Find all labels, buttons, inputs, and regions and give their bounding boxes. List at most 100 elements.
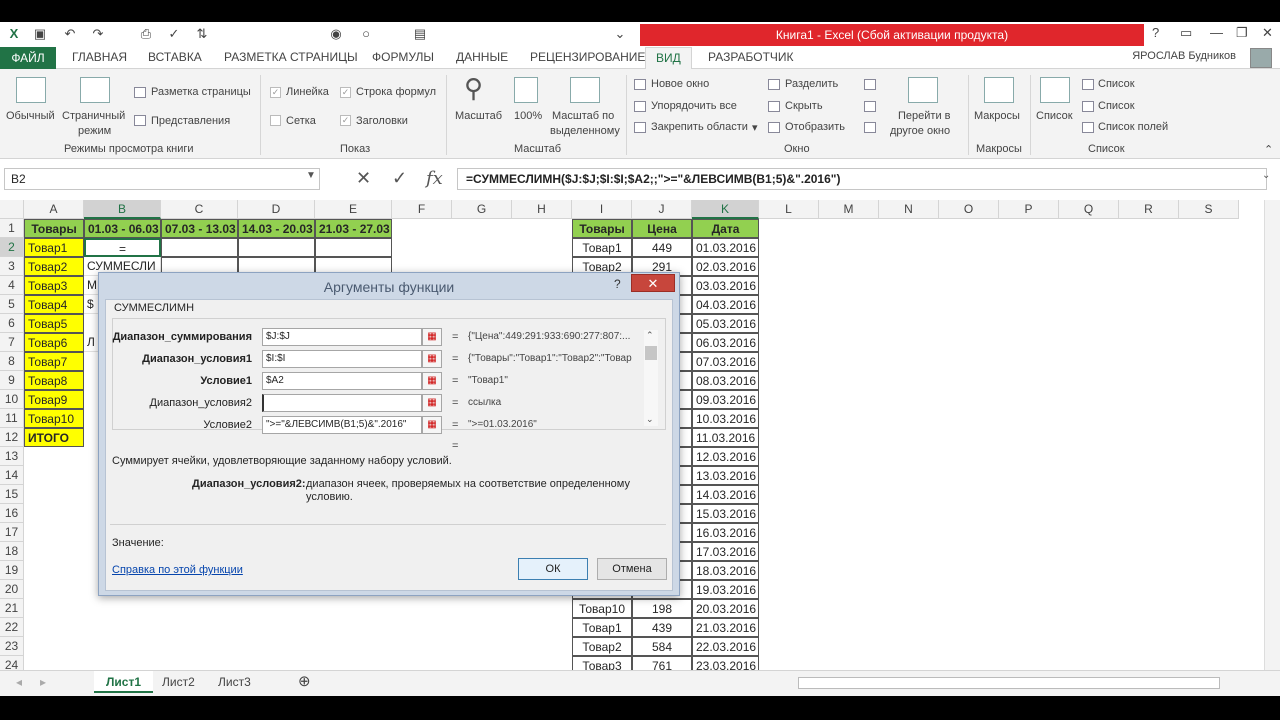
table-header-cell[interactable]: 01.03 - 06.03 [84, 219, 161, 238]
new-window-button[interactable]: Новое окно [651, 78, 709, 90]
column-header[interactable]: N [879, 200, 939, 219]
chevron-down-icon[interactable]: ▼ [306, 170, 316, 181]
arg-input[interactable]: $I:$I [262, 350, 422, 368]
tab-formulas[interactable]: ФОРМУЛЫ [372, 50, 434, 64]
select-all-corner[interactable] [0, 200, 24, 219]
cancel-icon[interactable]: ✕ [356, 168, 371, 189]
column-header[interactable]: R [1119, 200, 1179, 219]
headings-checkbox[interactable]: ✓ [340, 115, 351, 126]
tab-home[interactable]: ГЛАВНАЯ [72, 50, 127, 64]
collapse-dialog-icon[interactable]: ▦ [422, 372, 442, 390]
arg-input[interactable] [262, 394, 422, 412]
field-list-button[interactable]: Список полей [1098, 121, 1168, 133]
table-row[interactable]: 09.03.2016 [692, 390, 759, 409]
table-row[interactable]: 584 [632, 637, 692, 656]
table-header-cell[interactable]: Товары [24, 219, 84, 238]
help-link[interactable]: Справка по этой функции [112, 564, 243, 576]
table-row[interactable]: Товар8 [24, 371, 84, 390]
sort-icon[interactable]: ⇅ [192, 25, 212, 43]
table-row[interactable]: 12.03.2016 [692, 447, 759, 466]
expand-formula-icon[interactable]: ⌄ [1262, 170, 1270, 181]
minimize-icon[interactable]: — [1210, 25, 1223, 40]
add-sheet-icon[interactable]: ⊕ [286, 671, 323, 693]
table-header-cell[interactable]: Цена [632, 219, 692, 238]
table-row[interactable]: Товар2 [24, 257, 84, 276]
row-header[interactable]: 15 [0, 485, 24, 504]
table-row[interactable]: 11.03.2016 [692, 428, 759, 447]
table-header-cell[interactable]: Товары [572, 219, 632, 238]
row-header[interactable]: 3 [0, 257, 24, 276]
format-icon[interactable]: ▤ [410, 25, 430, 43]
column-header[interactable]: G [452, 200, 512, 219]
table-header-cell[interactable]: 14.03 - 20.03 [238, 219, 315, 238]
table-row[interactable]: 449 [632, 238, 692, 257]
column-header[interactable]: S [1179, 200, 1239, 219]
side-by-side-icon[interactable] [864, 79, 876, 90]
maximize-icon[interactable]: ❐ [1236, 25, 1248, 41]
save-icon[interactable]: ▣ [30, 25, 50, 43]
zoom-button[interactable]: Масштаб [455, 110, 502, 122]
column-header[interactable]: O [939, 200, 999, 219]
column-header[interactable]: Q [1059, 200, 1119, 219]
table-row[interactable]: 18.03.2016 [692, 561, 759, 580]
table-header-cell[interactable]: Дата [692, 219, 759, 238]
tab-review[interactable]: РЕЦЕНЗИРОВАНИЕ [530, 50, 645, 64]
row-header[interactable]: 7 [0, 333, 24, 352]
column-header[interactable]: F [392, 200, 452, 219]
row-header[interactable]: 5 [0, 295, 24, 314]
scroll-up-icon[interactable]: ⌃ [646, 330, 654, 341]
undo-icon[interactable]: ↶ [60, 25, 80, 43]
ok-button[interactable]: ОК [518, 558, 588, 580]
row-header[interactable]: 16 [0, 504, 24, 523]
table-row[interactable]: 05.03.2016 [692, 314, 759, 333]
sheet-tab-2[interactable]: Лист2 [150, 671, 207, 693]
column-header[interactable]: H [512, 200, 572, 219]
row-header[interactable]: 10 [0, 390, 24, 409]
table-row[interactable]: 198 [632, 599, 692, 618]
column-header[interactable]: K [692, 200, 759, 219]
table-row[interactable]: 13.03.2016 [692, 466, 759, 485]
zoom-100-button[interactable]: 100% [514, 110, 542, 122]
collapse-dialog-icon[interactable]: ▦ [422, 416, 442, 434]
row-header[interactable]: 1 [0, 219, 24, 238]
row-header[interactable]: 14 [0, 466, 24, 485]
arrange-all-button[interactable]: Упорядочить все [651, 100, 737, 112]
table-row[interactable]: ИТОГО [24, 428, 84, 447]
tab-page-layout[interactable]: РАЗМЕТКА СТРАНИЦЫ [224, 50, 358, 64]
row-header[interactable]: 23 [0, 637, 24, 656]
table-row[interactable]: 439 [632, 618, 692, 637]
custom-views-button[interactable]: Представления [151, 115, 230, 127]
preview-icon[interactable]: ⎙ [136, 25, 156, 43]
row-header[interactable]: 8 [0, 352, 24, 371]
table-row[interactable]: 08.03.2016 [692, 371, 759, 390]
table-row[interactable]: 03.03.2016 [692, 276, 759, 295]
formula-input[interactable]: =СУММЕСЛИМН($J:$J;$I:$I;$A2;;">="&ЛЕВСИМ… [457, 168, 1267, 190]
list-button[interactable]: Список [1036, 110, 1073, 122]
table-row[interactable]: Товар10 [24, 409, 84, 428]
table-row[interactable]: 01.03.2016 [692, 238, 759, 257]
sheet-tab-1[interactable]: Лист1 [94, 671, 154, 693]
row-header[interactable]: 18 [0, 542, 24, 561]
sync-scroll-icon[interactable] [864, 101, 876, 112]
table-row[interactable]: 02.03.2016 [692, 257, 759, 276]
freeze-panes-button[interactable]: Закрепить области [651, 121, 748, 133]
cell[interactable] [315, 238, 392, 257]
arg-input[interactable]: $A2 [262, 372, 422, 390]
column-header[interactable]: A [24, 200, 84, 219]
camera-icon[interactable]: ◉ [326, 25, 346, 43]
horizontal-scrollbar[interactable] [798, 677, 1220, 689]
column-header[interactable]: P [999, 200, 1059, 219]
help-button[interactable]: ? [614, 277, 621, 291]
table-row[interactable]: 17.03.2016 [692, 542, 759, 561]
row-header[interactable]: 13 [0, 447, 24, 466]
cell[interactable] [238, 238, 315, 257]
table-row[interactable]: Товар9 [24, 390, 84, 409]
row-header[interactable]: 6 [0, 314, 24, 333]
table-header-cell[interactable]: 21.03 - 27.03 [315, 219, 392, 238]
table-row[interactable]: Товар7 [24, 352, 84, 371]
row-header[interactable]: 2 [0, 238, 24, 257]
table-row[interactable]: 21.03.2016 [692, 618, 759, 637]
row-header[interactable]: 22 [0, 618, 24, 637]
column-header[interactable]: E [315, 200, 392, 219]
table-row[interactable]: Товар6 [24, 333, 84, 352]
